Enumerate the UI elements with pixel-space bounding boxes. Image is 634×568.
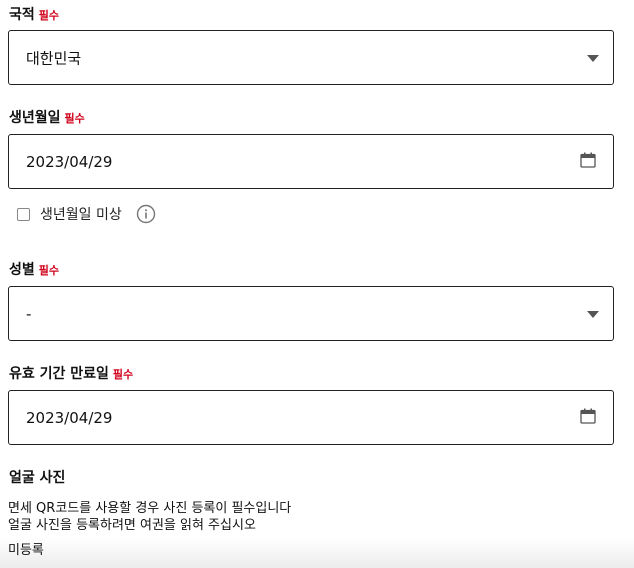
- face-photo-description-2: 얼굴 사진을 등록하려면 여권을 읽혀 주십시오: [8, 518, 256, 533]
- birthdate-unknown-checkbox[interactable]: [17, 207, 30, 221]
- expiry-label-text: 유효 기간 만료일: [9, 366, 109, 382]
- birthdate-value: 2023/04/29: [26, 152, 113, 171]
- required-badge: 필수: [112, 368, 134, 381]
- required-badge: 필수: [38, 264, 60, 277]
- chevron-down-icon: [587, 310, 599, 318]
- birthdate-unknown-label[interactable]: 생년월일 미상: [40, 204, 122, 224]
- expiry-value: 2023/04/29: [26, 408, 113, 427]
- nationality-label: 국적 필수: [9, 4, 59, 24]
- gender-label: 성별 필수: [9, 259, 59, 279]
- chevron-down-icon: [587, 54, 599, 62]
- calendar-icon[interactable]: [580, 152, 596, 168]
- birthdate-label-text: 생년월일: [9, 110, 61, 126]
- face-photo-label-text: 얼굴 사진: [9, 470, 66, 486]
- face-photo-status: 미등록: [8, 543, 44, 558]
- nationality-value: 대한민국: [26, 49, 82, 67]
- birthdate-label: 생년월일 필수: [9, 107, 85, 127]
- required-badge: 필수: [38, 9, 60, 22]
- bottom-fade: [0, 538, 634, 568]
- gender-select[interactable]: -: [8, 286, 614, 341]
- nationality-label-text: 국적: [9, 7, 35, 23]
- gender-label-text: 성별: [9, 262, 35, 278]
- birthdate-unknown-row: 생년월일 미상: [17, 202, 156, 226]
- expiry-date-input[interactable]: 2023/04/29: [8, 390, 614, 445]
- info-icon[interactable]: [136, 204, 156, 224]
- required-badge: 필수: [64, 112, 85, 125]
- face-photo-label: 얼굴 사진: [9, 467, 65, 487]
- gender-value: -: [26, 304, 32, 323]
- expiry-label: 유효 기간 만료일 필수: [9, 363, 133, 383]
- calendar-icon[interactable]: [580, 408, 596, 424]
- passport-form: 국적 필수 대한민국 생년월일 필수 2023/04/29 생년월일 미상 성별 필수…: [0, 0, 634, 568]
- nationality-select[interactable]: 대한민국: [8, 30, 614, 85]
- birthdate-input[interactable]: 2023/04/29: [8, 134, 614, 189]
